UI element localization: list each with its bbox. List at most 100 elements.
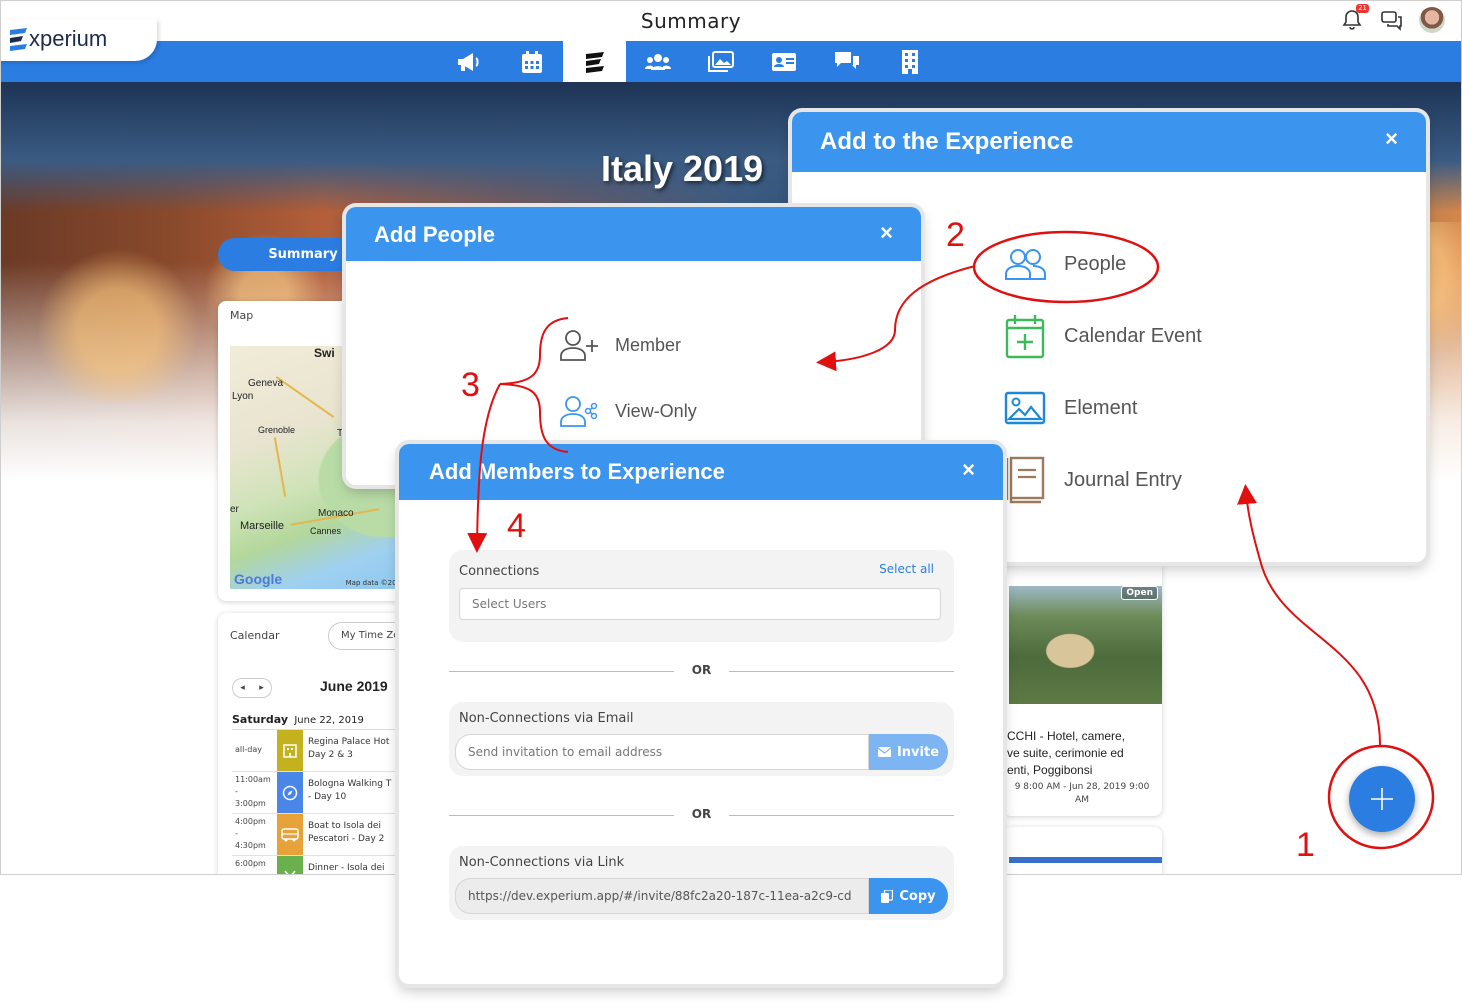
event-title: Boat to Isola dei Pescatori - Day 2 (308, 821, 385, 844)
or-text: OR (691, 807, 712, 821)
add-journal-entry-option[interactable]: Journal Entry (1002, 455, 1182, 505)
invite-button[interactable]: Invite (869, 734, 948, 770)
calendar-card-label: Calendar (230, 629, 280, 642)
add-fab-button[interactable] (1349, 766, 1415, 832)
select-users-input[interactable]: Select Users (459, 588, 941, 620)
dialog-header: Add Members to Experience × (399, 444, 1003, 500)
connections-section: Connections Select all Select Users (449, 550, 954, 642)
calendar-icon (521, 50, 542, 73)
notification-badge: 21 (1356, 4, 1369, 13)
dialog-title: Add People (374, 222, 496, 247)
hotel-icon (277, 730, 303, 771)
add-member-option[interactable]: Member (559, 325, 681, 365)
view-only-icon (560, 396, 598, 427)
top-bar: Summary 21 (1, 1, 1461, 41)
dialog-title: Add to the Experience (820, 128, 1074, 155)
bell-icon[interactable]: 21 (1339, 4, 1369, 33)
option-label: People (1064, 252, 1127, 275)
option-label: Member (615, 334, 682, 355)
people-group-icon (644, 53, 671, 70)
step-4-label: 4 (507, 507, 526, 545)
event-time: 6:00pm - (235, 859, 266, 874)
event-card[interactable]: Open CCHI - Hotel, camere, ve suite, cer… (1003, 566, 1162, 816)
people-icon (1002, 241, 1048, 287)
email-input[interactable]: Send invitation to email address (455, 734, 869, 770)
open-link-button[interactable]: Open (1121, 586, 1158, 600)
day-name: Saturday (232, 713, 288, 726)
map-label: er (230, 504, 239, 515)
add-member-icon (560, 330, 598, 361)
logo-text: xperium (29, 26, 108, 51)
experience-title: Italy 2019 (601, 148, 764, 189)
calendar-event-row[interactable]: 11:00am - 3:00pm Bologna Walking T - Day… (232, 772, 403, 814)
envelope-icon (877, 747, 891, 757)
invite-link-field[interactable]: https://dev.experium.app/#/invite/88fc2a… (455, 878, 869, 914)
messages-icon[interactable] (1379, 7, 1405, 33)
nav-people[interactable] (626, 41, 689, 82)
page-title: Summary (640, 9, 742, 33)
calendar-event-row[interactable]: 4:00pm - 4:30pm Boat to Isola dei Pescat… (232, 814, 403, 856)
invite-label: Invite (896, 744, 940, 760)
close-icon[interactable]: × (962, 457, 975, 483)
or-text: OR (691, 663, 712, 677)
calendar-event-row[interactable]: all-day Regina Palace Hot Day 2 & 3 (232, 730, 403, 772)
bus-icon (277, 814, 303, 855)
building-icon (901, 49, 918, 74)
option-label: Element (1064, 396, 1138, 419)
gallery-icon (707, 50, 734, 72)
image-icon (1002, 385, 1048, 431)
select-all-link[interactable]: Select all (879, 562, 934, 576)
add-view-only-option[interactable]: View-Only (559, 391, 697, 431)
event-time: 11:00am - 3:00pm (235, 775, 271, 808)
close-icon[interactable]: × (880, 220, 893, 246)
add-members-dialog: Add Members to Experience × Connections … (399, 444, 1003, 984)
nav-experience[interactable] (563, 41, 626, 82)
add-people-option[interactable]: People (1002, 239, 1126, 289)
map-label: Swi (314, 346, 335, 360)
link-invite-label: Non-Connections via Link (459, 855, 625, 870)
top-right-icons: 21 (1339, 4, 1445, 33)
next-month-button[interactable]: ▸ (259, 683, 264, 693)
utensils-icon (277, 856, 303, 874)
event-card-title: CCHI - Hotel, camere, ve suite, cerimoni… (1007, 729, 1126, 777)
compass-icon (277, 772, 303, 813)
chat-icon (834, 51, 859, 69)
map-label: Monaco (318, 508, 354, 519)
calendar-event-row[interactable]: 6:00pm - Dinner - Isola dei Pescatori - … (232, 856, 403, 874)
calendar-plus-icon (1002, 313, 1048, 359)
nav-announcements[interactable] (437, 41, 500, 82)
main-nav (1, 41, 1461, 82)
copy-link-button[interactable]: Copy (869, 878, 948, 914)
connections-label: Connections (459, 564, 540, 579)
map-copyright: Map data ©202 (345, 579, 401, 587)
nav-calendar[interactable] (500, 41, 563, 82)
option-label: Calendar Event (1064, 324, 1202, 347)
nav-contacts[interactable] (752, 41, 815, 82)
nav-building[interactable] (878, 41, 941, 82)
dialog-header: Add People × (346, 207, 921, 261)
megaphone-icon (457, 52, 478, 71)
event-time: 4:00pm - 4:30pm (235, 817, 266, 850)
logo[interactable]: xperium (1, 19, 157, 61)
add-element-option[interactable]: Element (1002, 383, 1137, 433)
logo-mark-icon (10, 28, 27, 51)
step-1-label: 1 (1296, 826, 1315, 864)
prev-month-button[interactable]: ◂ (240, 683, 245, 693)
map-label: T (337, 428, 344, 439)
map-label: Geneva (248, 378, 284, 389)
close-icon[interactable]: × (1385, 126, 1398, 152)
event-card[interactable] (1003, 827, 1162, 874)
user-avatar[interactable] (1419, 7, 1445, 33)
link-invite-section: Non-Connections via Link https://dev.exp… (449, 846, 954, 920)
contact-card-icon (771, 52, 796, 71)
timezone-select[interactable]: My Time Zo (328, 622, 403, 650)
event-card-time: 9 8:00 AM - Jun 28, 2019 9:00 AM (1014, 782, 1150, 805)
nav-chat[interactable] (815, 41, 878, 82)
nav-gallery[interactable] (689, 41, 752, 82)
calendar-day-heading: Saturday June 22, 2019 (232, 713, 403, 726)
screenshot-root: Italy 2019 Summary 21 xperium Summary Ma… (0, 0, 1462, 1002)
avatar (1419, 7, 1445, 33)
event-time: all-day (235, 745, 262, 754)
calendar-month: June 2019 (320, 678, 388, 694)
add-calendar-event-option[interactable]: Calendar Event (1002, 311, 1202, 361)
